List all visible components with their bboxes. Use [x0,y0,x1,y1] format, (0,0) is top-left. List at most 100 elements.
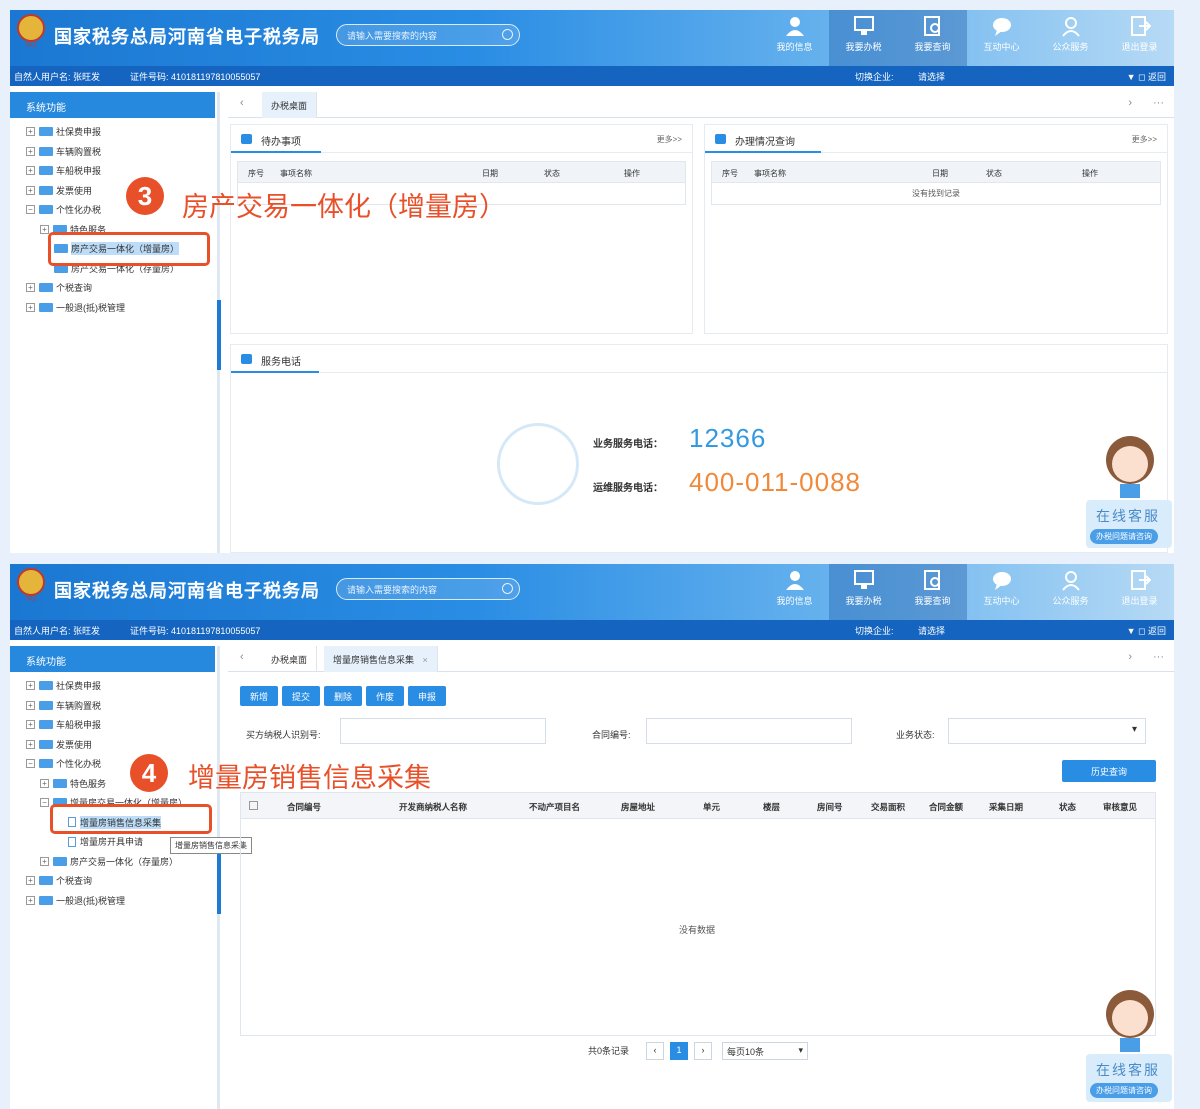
todo-more-link[interactable]: 更多>> [657,134,682,145]
tab-scroll-left-icon[interactable]: ‹ [240,97,244,109]
query-empty-row: 没有找到记录 [711,183,1161,205]
tree-item[interactable]: + 车船税申报 [10,715,215,735]
tab-desktop[interactable]: 办税桌面 [262,92,318,118]
tab-desktop[interactable]: 办税桌面 [262,646,318,672]
declare-button[interactable]: 申报 [408,686,446,706]
tree-item[interactable]: + 发票使用 [10,735,215,755]
query-more-link[interactable]: 更多>> [1132,134,1157,145]
nav-interact[interactable]: 互动中心 [967,10,1036,66]
folder-icon [39,720,53,730]
step-3-badge: 3 [126,177,164,215]
highlight-box [48,232,210,266]
top-nav: 我的信息 我要办税 我要查询 互动中心 公众服务 退出登录 [760,564,1174,620]
switch-select[interactable]: 请选择 [918,624,945,637]
chevron-down-icon: ▾ [1131,724,1137,735]
expand-icon: + [40,224,49,234]
pager-page-1[interactable]: 1 [670,1042,688,1060]
todo-title: 待办事项 [261,137,301,148]
highlight-box [50,804,212,834]
tree-item[interactable]: + 特色服务 [10,774,215,794]
search-input[interactable]: 请输入需要搜索的内容 [336,578,520,600]
user-icon [785,571,804,590]
tab-more-icon[interactable]: ··· [1153,651,1164,663]
tree-item[interactable]: + 个税查询 [10,278,215,298]
tree-item[interactable]: − 个性化办税 [10,754,215,774]
tree-item[interactable]: + 一般退(抵)税管理 [10,298,215,318]
add-button[interactable]: 新增 [240,686,278,706]
online-service-widget[interactable]: 在线客服 办税问题请咨询 [1082,986,1174,1106]
tree-item[interactable]: + 个税查询 [10,871,215,891]
nav-do-tax[interactable]: 我要办税 [829,10,898,66]
tree-item[interactable]: + 一般退(抵)税管理 [10,891,215,911]
user-icon [785,17,804,36]
tree-item[interactable]: + 车辆购置税 [10,696,215,716]
expand-icon: + [40,778,49,788]
nav-public[interactable]: 公众服务 [1036,10,1105,66]
void-button[interactable]: 作废 [366,686,404,706]
pager-prev-icon[interactable]: ‹ [646,1042,664,1060]
nav-logout[interactable]: 退出登录 [1105,10,1174,66]
sidebar-collapse-handle[interactable] [217,844,221,914]
history-query-button[interactable]: 历史查询 [1062,760,1156,782]
nav-query[interactable]: 我要查询 [898,10,967,66]
return-button[interactable]: ▼ ◻ 返回 [1127,624,1166,637]
expand-icon: + [26,127,35,137]
tab-sales-info-collect[interactable]: 增量房销售信息采集 × [324,646,438,672]
delete-button[interactable]: 删除 [324,686,362,706]
tree-item[interactable]: + 社保费申报 [10,676,215,696]
todo-icon [241,134,252,144]
expand-icon: + [26,166,35,176]
pager-next-icon[interactable]: › [694,1042,712,1060]
step-3-label: 房产交易一体化（增量房） [182,192,506,222]
folder-icon [39,302,53,312]
expand-icon: + [26,700,35,710]
expand-icon: + [26,146,35,156]
page-size-select[interactable]: 每页10条 ▾ [722,1042,808,1060]
expand-icon: + [26,895,35,905]
nav-interact[interactable]: 互动中心 [967,564,1036,620]
nav-query[interactable]: 我要查询 [898,564,967,620]
tab-more-icon[interactable]: ··· [1153,97,1164,109]
tree-item[interactable]: + 车船税申报 [10,161,215,181]
tab-scroll-left-icon[interactable]: ‹ [240,651,244,663]
tree-item[interactable]: + 房产交易一体化（存量房） [10,852,215,872]
online-service-widget[interactable]: 在线客服 办税问题请咨询 [1082,432,1174,552]
search-icon[interactable] [502,29,513,40]
nav-my-info[interactable]: 我的信息 [760,10,829,66]
search-icon[interactable] [502,583,513,594]
return-button[interactable]: ▼ ◻ 返回 [1127,70,1166,83]
contract-no-input[interactable] [646,718,852,744]
tree-item[interactable]: + 车辆购置税 [10,142,215,162]
select-all-checkbox[interactable] [249,801,258,810]
service-avatar-icon [1106,436,1154,498]
tab-scroll-right-icon[interactable]: › [1128,651,1132,663]
magnifier-doc-icon [923,570,940,590]
expand-icon: + [26,302,35,312]
submit-button[interactable]: 提交 [282,686,320,706]
status-select[interactable]: ▾ [948,718,1146,744]
search-input[interactable]: 请输入需要搜索的内容 [336,24,520,46]
sales-info-table: 合同编号 开发商纳税人名称 不动产项目名 房屋地址 单元 楼层 房间号 交易面积… [240,792,1156,1036]
monitor-icon [853,570,874,589]
switch-select[interactable]: 请选择 [918,70,945,83]
nav-logout[interactable]: 退出登录 [1105,564,1174,620]
search-placeholder: 请输入需要搜索的内容 [347,585,438,595]
sidebar-collapse-handle[interactable] [217,300,221,370]
phone-small-icon [241,354,252,364]
expand-icon: + [40,856,49,866]
folder-icon [39,700,53,710]
buyer-id-input[interactable] [340,718,546,744]
tree-item[interactable]: + 社保费申报 [10,122,215,142]
tab-scroll-right-icon[interactable]: › [1128,97,1132,109]
folder-icon [39,895,53,905]
site-title: 国家税务总局河南省电子税务局 [54,27,320,47]
nav-my-info[interactable]: 我的信息 [760,564,829,620]
screenshot-panel-2: TAX 国家税务总局河南省电子税务局 请输入需要搜索的内容 我的信息 我要办税 … [10,564,1174,1109]
tab-close-icon[interactable]: × [423,655,428,665]
search-placeholder: 请输入需要搜索的内容 [347,31,438,41]
expand-icon: + [26,739,35,749]
chat-icon [992,18,1011,36]
nav-do-tax[interactable]: 我要办税 [829,564,898,620]
nav-public[interactable]: 公众服务 [1036,564,1105,620]
todo-table-header: 序号 事项名称 日期 状态 操作 [237,161,686,183]
